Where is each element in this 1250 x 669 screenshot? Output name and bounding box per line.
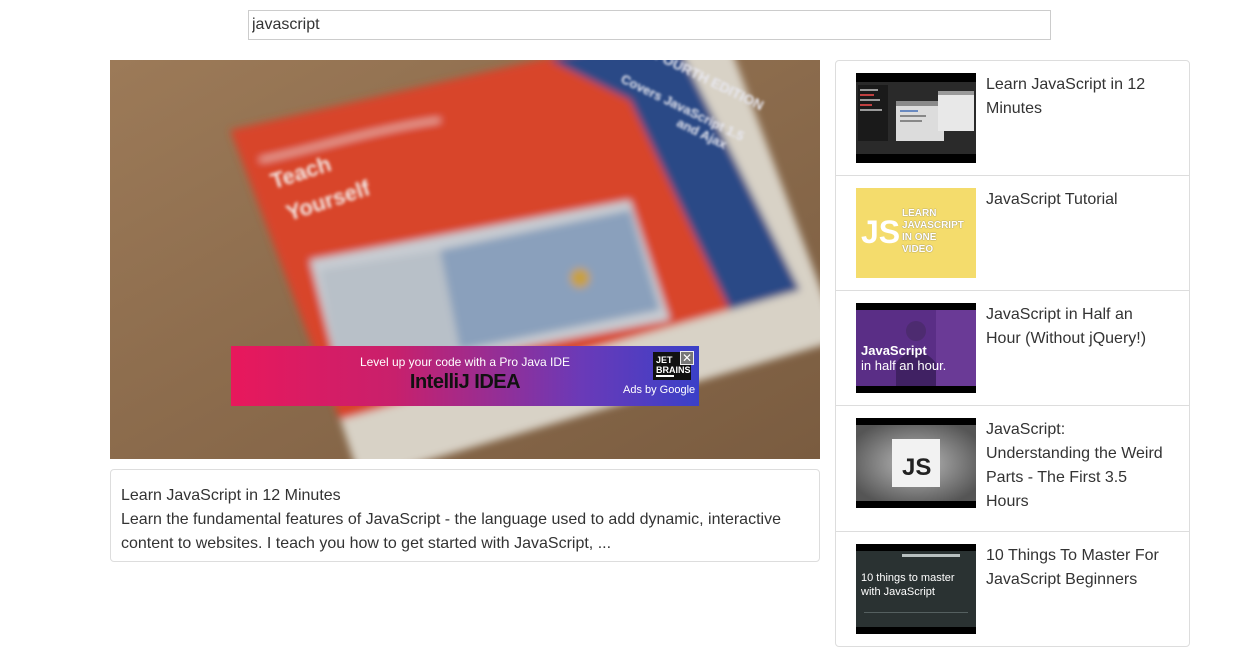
thumb-line-in-one: IN ONE [902, 232, 937, 243]
thumb-caption-line-1: 10 things to master [861, 572, 955, 584]
video-list-title[interactable]: 10 Things To Master For JavaScript Begin… [986, 544, 1171, 592]
video-list-item[interactable]: JavaScript in half an hour. JavaScript i… [836, 291, 1189, 406]
thumb-line-javascript: JAVASCRIPT [902, 220, 964, 231]
thumb-caption-line-2: in half an hour. [861, 358, 947, 373]
video-details-panel: Learn JavaScript in 12 Minutes Learn the… [110, 469, 820, 562]
js-logo-text: JS [902, 454, 932, 481]
video-list-title[interactable]: Learn JavaScript in 12 Minutes [986, 73, 1171, 121]
video-list-title[interactable]: JavaScript in Half an Hour (Without jQue… [986, 303, 1171, 351]
video-description: Learn the fundamental features of JavaSc… [121, 511, 781, 552]
logo-line-2: BRAINS [656, 365, 691, 375]
code-editor-thumbnail-image [856, 73, 976, 163]
video-title: Learn JavaScript in 12 Minutes [121, 487, 341, 504]
video-list-item[interactable]: JS LEARN JAVASCRIPT IN ONE VIDEO JavaScr… [836, 176, 1189, 291]
thumb-caption-line-1: JavaScript [861, 343, 927, 358]
search-input[interactable] [248, 10, 1051, 40]
video-list-item[interactable]: Learn JavaScript in 12 Minutes [836, 61, 1189, 176]
thumb-caption-line-2: with JavaScript [861, 586, 935, 598]
video-list: Learn JavaScript in 12 Minutes JS LEARN … [835, 60, 1190, 647]
logo-underline [656, 375, 674, 377]
ad-attribution: Ads by Google [623, 384, 696, 396]
js-logo-text: JS [861, 214, 901, 250]
thumb-line-learn: LEARN [902, 208, 937, 219]
video-list-title[interactable]: JavaScript: Understanding the Weird Part… [986, 418, 1171, 514]
thumb-line-video: VIDEO [902, 244, 934, 255]
video-thumbnail[interactable]: JS [856, 418, 976, 508]
video-list-title[interactable]: JavaScript Tutorial [986, 188, 1171, 212]
video-thumbnail[interactable] [856, 73, 976, 163]
video-list-item[interactable]: JS JavaScript: Understanding the Weird P… [836, 406, 1189, 532]
ad-close-icon[interactable]: ✕ [680, 351, 694, 365]
search-bar [248, 10, 1051, 40]
video-player[interactable]: FOURTH EDITION Covers JavaScript 1.5 and… [110, 60, 820, 459]
video-thumbnail[interactable]: JavaScript in half an hour. [856, 303, 976, 393]
video-thumbnail[interactable]: 10 things to master with JavaScript [856, 544, 976, 634]
ad-banner[interactable]: Level up your code with a Pro Java IDE I… [231, 346, 699, 406]
video-list-item[interactable]: 10 things to master with JavaScript 10 T… [836, 532, 1189, 646]
video-thumbnail[interactable]: JS LEARN JAVASCRIPT IN ONE VIDEO [856, 188, 976, 278]
ad-tagline: Level up your code with a Pro Java IDE [359, 355, 571, 369]
